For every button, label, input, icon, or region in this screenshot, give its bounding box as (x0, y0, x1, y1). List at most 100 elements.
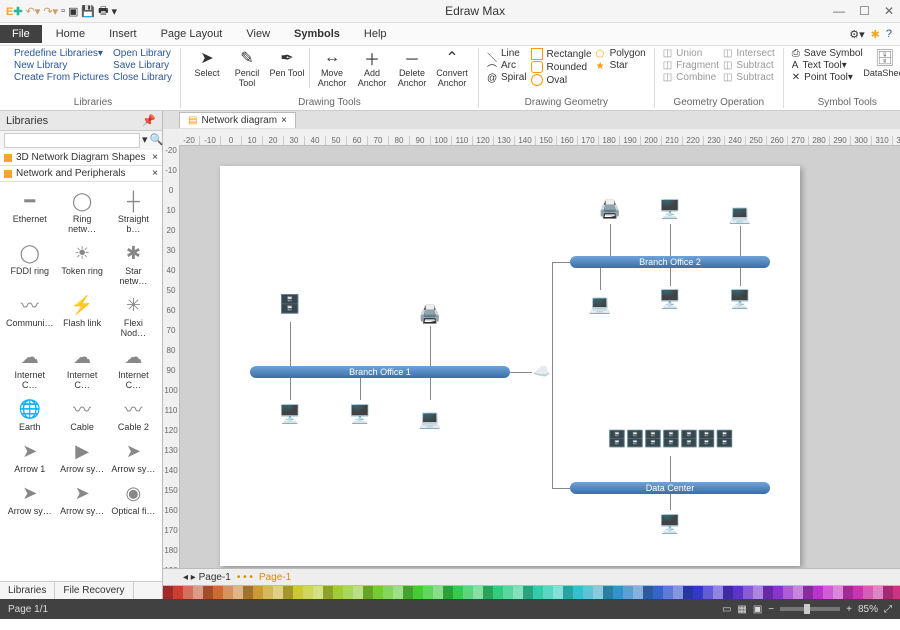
oval-tool[interactable]: Oval (531, 74, 592, 86)
shape-ethernet[interactable]: ━Ethernet (4, 186, 56, 236)
polygon-tool[interactable]: ⬠Polygon (596, 48, 646, 59)
menu-home[interactable]: Home (44, 25, 97, 43)
search-dropdown-icon[interactable]: ▾ (142, 133, 148, 148)
page-nav[interactable]: ◂ ▸ Page-1 (183, 572, 231, 583)
shape-flexi-nod-[interactable]: ✳Flexi Nod… (109, 290, 158, 340)
shape-cable-2[interactable]: 〰Cable 2 (109, 394, 158, 434)
shape-cable[interactable]: 〰Cable (58, 394, 107, 434)
view-grid-icon[interactable]: ▦ (737, 604, 746, 615)
move-anchor[interactable]: ↔Move Anchor (314, 48, 350, 88)
zoom-out-icon[interactable]: − (768, 604, 774, 615)
lib-tab-3d[interactable]: 3D Network Diagram Shapes× (0, 150, 162, 166)
close-icon[interactable]: ✕ (884, 4, 894, 18)
menu-view[interactable]: View (234, 25, 282, 43)
bus-branch-2[interactable]: Branch Office 2 (570, 256, 770, 268)
bottom-tab-libraries[interactable]: Libraries (0, 582, 55, 599)
shape-arrow-sy-[interactable]: ▶Arrow sy… (58, 436, 107, 476)
help-icon[interactable]: ? (886, 28, 892, 40)
pc-node[interactable]: 🖥️ (650, 191, 690, 227)
subtract1-op[interactable]: ◫Subtract (723, 60, 775, 71)
new-icon[interactable]: ▫ (61, 5, 65, 17)
view-full-icon[interactable]: ▣ (753, 604, 762, 615)
fit-icon[interactable]: ⤢ (884, 604, 892, 615)
star-tool[interactable]: ★Star (596, 60, 646, 71)
point-tool[interactable]: ✕Point Tool▾ (792, 72, 863, 83)
server-rack[interactable]: 🗄️🗄️🗄️🗄️🗄️🗄️🗄️ (570, 421, 770, 457)
close-tab-icon[interactable]: × (152, 168, 158, 179)
delete-anchor[interactable]: －Delete Anchor (394, 48, 430, 88)
add-anchor[interactable]: ＋Add Anchor (354, 48, 390, 88)
shape-ring-netw-[interactable]: ◯Ring netw… (58, 186, 107, 236)
union-op[interactable]: ◫Union (663, 48, 719, 59)
shape-internet-c-[interactable]: ☁Internet C… (58, 342, 107, 392)
line-tool[interactable]: ＼Line (487, 48, 527, 59)
open-icon[interactable]: ▣ (68, 5, 78, 18)
color-palette[interactable] (163, 585, 900, 599)
text-tool[interactable]: AText Tool▾ (792, 60, 863, 71)
fragment-op[interactable]: ◫Fragment (663, 60, 719, 71)
combine-op[interactable]: ◫Combine (663, 72, 719, 83)
menu-file[interactable]: File (0, 25, 42, 43)
bus-datacenter[interactable]: Data Center (570, 482, 770, 494)
pc-node[interactable]: 🖥️ (650, 506, 690, 542)
save-icon[interactable]: 💾 (81, 5, 95, 18)
server-node[interactable]: 🗄️ (270, 286, 310, 322)
shape-arrow-1[interactable]: ➤Arrow 1 (4, 436, 56, 476)
shape-arrow-sy-[interactable]: ➤Arrow sy… (4, 478, 56, 518)
pane-pin-icon[interactable]: 📌 (142, 114, 156, 127)
open-library[interactable]: Open Library (113, 48, 172, 59)
bottom-tab-recovery[interactable]: File Recovery (55, 582, 133, 599)
pc-node[interactable]: 🖥️ (720, 281, 760, 317)
zoom-value[interactable]: 85% (858, 604, 878, 615)
zoom-in-icon[interactable]: + (846, 604, 852, 615)
subtract2-op[interactable]: ◫Subtract (723, 72, 775, 83)
undo-icon[interactable]: ↶▾ (26, 5, 41, 18)
shape-internet-c-[interactable]: ☁Internet C… (4, 342, 56, 392)
menu-help[interactable]: Help (352, 25, 399, 43)
redo-icon[interactable]: ↷▾ (43, 5, 58, 18)
shape-communi-[interactable]: 〰Communi… (4, 290, 56, 340)
minimize-icon[interactable]: — (833, 4, 845, 18)
pc-node[interactable]: 🖥️ (340, 396, 380, 432)
shape-flash-link[interactable]: ⚡Flash link (58, 290, 107, 340)
zoom-slider[interactable] (780, 607, 840, 611)
shape-fddi-ring[interactable]: ◯FDDI ring (4, 238, 56, 288)
spiral-tool[interactable]: @Spiral (487, 72, 527, 83)
edraw-icon[interactable]: ✱ (871, 28, 880, 41)
shape-arrow-sy-[interactable]: ➤Arrow sy… (109, 436, 158, 476)
search-icon[interactable]: 🔍 (150, 133, 164, 148)
printer-node[interactable]: 🖨️ (590, 191, 630, 227)
rounded-tool[interactable]: Rounded (531, 61, 592, 73)
menu-symbols[interactable]: Symbols (282, 25, 352, 43)
shape-earth[interactable]: 🌐Earth (4, 394, 56, 434)
pen-tool[interactable]: ✒Pen Tool (269, 48, 305, 78)
datasheet[interactable]: 🗄DataSheet (867, 48, 900, 78)
shape-star-netw-[interactable]: ✱Star netw… (109, 238, 158, 288)
lib-tab-network[interactable]: Network and Peripherals× (0, 166, 162, 182)
wan-node[interactable]: ☁️ (530, 361, 554, 381)
pc-node[interactable]: 🖥️ (270, 396, 310, 432)
save-library[interactable]: Save Library (113, 60, 172, 71)
menu-page-layout[interactable]: Page Layout (149, 25, 235, 43)
create-from-pictures[interactable]: Create From Pictures (14, 72, 109, 83)
pencil-tool[interactable]: ✎Pencil Tool (229, 48, 265, 88)
maximize-icon[interactable]: ☐ (859, 4, 870, 18)
library-search[interactable] (4, 133, 140, 148)
laptop-node[interactable]: 💻 (410, 401, 450, 437)
page-sheet-tab[interactable]: Page-1 (259, 572, 291, 583)
convert-anchor[interactable]: ⌃Convert Anchor (434, 48, 470, 88)
print-icon[interactable]: 🖶 (98, 2, 108, 21)
shape-token-ring[interactable]: ☀Token ring (58, 238, 107, 288)
close-doc-icon[interactable]: × (281, 115, 287, 126)
shape-optical-fi-[interactable]: ◉Optical fi… (109, 478, 158, 518)
drawing-sheet[interactable]: Branch Office 1 🗄️ 🖨️ 🖥️ 🖥️ 💻 ☁️ (220, 166, 800, 566)
close-library[interactable]: Close Library (113, 72, 172, 83)
menu-insert[interactable]: Insert (97, 25, 149, 43)
pc-node[interactable]: 🖥️ (650, 281, 690, 317)
shape-arrow-sy-[interactable]: ➤Arrow sy… (58, 478, 107, 518)
canvas[interactable]: Branch Office 1 🗄️ 🖨️ 🖥️ 🖥️ 💻 ☁️ (180, 146, 900, 568)
arc-tool[interactable]: ⌒Arc (487, 60, 527, 71)
shape-internet-c-[interactable]: ☁Internet C… (109, 342, 158, 392)
save-symbol[interactable]: ⎙Save Symbol (792, 48, 863, 59)
laptop-node[interactable]: 💻 (580, 286, 620, 322)
